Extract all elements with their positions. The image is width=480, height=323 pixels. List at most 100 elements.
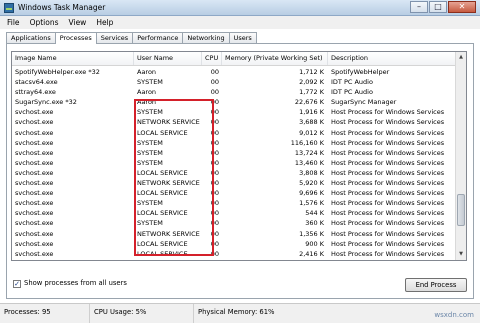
table-row[interactable]: sttray64.exe Aaron 00 1,772 K IDT PC Audio	[12, 87, 458, 97]
cell-image-name: SugarSync.exe *32	[15, 98, 77, 107]
cell-memory: 544 K	[305, 209, 324, 218]
cell-description: Host Process for Windows Services	[331, 249, 445, 258]
menu-view[interactable]: View	[69, 16, 87, 29]
table-row[interactable]: svchost.exe SYSTEM 00 1,576 K Host Process f…	[12, 198, 458, 208]
cell-cpu: 00	[210, 68, 219, 76]
table-row[interactable]: svchost.exe SYSTEM 00 116,160 K Host Process…	[12, 138, 458, 148]
cell-image-name: svchost.exe	[15, 189, 54, 198]
cell-image-name: svchost.exe	[15, 219, 54, 228]
tab-performance[interactable]: Performance	[132, 32, 184, 43]
table-row[interactable]: svchost.exe SYSTEM 00 13,460 K Host Process …	[12, 158, 458, 168]
process-list: Image Name User Name CPU Memory (Private…	[11, 51, 467, 261]
table-row[interactable]: svchost.exe LOCAL SERVICE 00 900 K Host Proc…	[12, 239, 458, 249]
table-row[interactable]: SpotifyWebHelper.exe *32 Aaron 00 1,712 K Sp…	[12, 67, 458, 77]
status-physical-memory: Physical Memory: 61%	[198, 308, 275, 316]
scroll-thumb[interactable]	[457, 194, 465, 226]
cell-description: IDT PC Audio	[331, 88, 373, 97]
process-rows: SpotifyWebHelper.exe *32 Aaron 00 1,712 K Sp…	[12, 67, 458, 261]
cell-description: Synaptics TouchPad Enhancements	[328, 259, 458, 261]
cell-image-name: svchost.exe	[15, 158, 54, 167]
close-button[interactable]: ✕	[448, 1, 476, 13]
tab-processes[interactable]: Processes	[54, 32, 97, 44]
column-header-memory[interactable]: Memory (Private Working Set)	[222, 52, 328, 65]
menu-file[interactable]: File	[7, 16, 20, 29]
table-row[interactable]: stacsv64.exe SYSTEM 00 2,092 K IDT PC Audio	[12, 77, 458, 87]
cell-cpu: 00	[210, 88, 219, 97]
window-controls: – □ ✕	[410, 1, 476, 13]
show-all-processes-checkbox[interactable]: ✓	[13, 280, 21, 288]
column-header-row: Image Name User Name CPU Memory (Private…	[12, 52, 466, 66]
cell-image-name: svchost.exe	[15, 199, 54, 208]
cell-image-name: svchost.exe	[15, 229, 54, 238]
table-row[interactable]: svchost.exe LOCAL SERVICE 00 544 K Host Proc…	[12, 208, 458, 218]
scroll-up-icon[interactable]: ▲	[457, 53, 465, 62]
cell-memory: 1,356 K	[299, 229, 324, 238]
tab-users[interactable]: Users	[228, 32, 257, 43]
end-process-button[interactable]: End Process	[405, 278, 467, 292]
cell-user-name: Aaron	[134, 259, 202, 261]
cell-memory: 1,712 K	[299, 68, 324, 76]
cell-image-name: stacsv64.exe	[15, 78, 58, 87]
cell-image-name: svchost.exe	[15, 168, 54, 177]
cell-memory: 1,000 K	[222, 259, 328, 261]
cell-memory: 1,916 K	[299, 108, 324, 117]
maximize-button[interactable]: □	[429, 1, 447, 13]
table-row[interactable]: svchost.exe LOCAL SERVICE 00 9,696 K Host Pr…	[12, 188, 458, 198]
cell-memory: 116,160 K	[290, 138, 324, 147]
column-header-image-name[interactable]: Image Name	[12, 52, 134, 65]
cell-memory: 3,688 K	[299, 118, 324, 127]
cell-description: Host Process for Windows Services	[331, 158, 445, 167]
cell-description: Host Process for Windows Services	[331, 229, 445, 238]
scroll-down-icon[interactable]: ▼	[457, 250, 465, 259]
cell-memory: 9,696 K	[299, 189, 324, 198]
table-row[interactable]: SugarSync.exe *32 Aaron 00 22,676 K SugarSyn…	[12, 97, 458, 107]
cell-description: SugarSync Manager	[331, 98, 397, 107]
vertical-scrollbar[interactable]: ▲ ▼	[455, 52, 466, 260]
show-all-processes-label: Show processes from all users	[24, 279, 127, 287]
watermark-text: wsxdn.com	[434, 311, 474, 319]
table-row[interactable]: svchost.exe NETWORK SERVICE 00 3,688 K Host …	[12, 117, 458, 127]
cell-image-name: svchost.exe	[15, 128, 54, 137]
cell-description: Host Process for Windows Services	[331, 239, 445, 248]
minimize-button[interactable]: –	[410, 1, 428, 13]
cell-user-name: SYSTEM	[137, 78, 163, 87]
table-row[interactable]: SynTPEnh.exeAaron001,000 KSynaptics Touc…	[12, 259, 458, 261]
table-row[interactable]: svchost.exe LOCAL SERVICE 00 2,416 K Host Pr…	[12, 249, 458, 259]
tab-services[interactable]: Services	[95, 32, 134, 43]
cell-image-name: svchost.exe	[15, 138, 54, 147]
menu-help[interactable]: Help	[96, 16, 113, 29]
tab-applications[interactable]: Applications	[6, 32, 56, 43]
tab-networking[interactable]: Networking	[182, 32, 230, 43]
cell-image-name: svchost.exe	[15, 148, 54, 157]
cell-description: Host Process for Windows Services	[331, 138, 445, 147]
table-row[interactable]: svchost.exe SYSTEM 00 360 K Host Process for…	[12, 218, 458, 228]
cell-description: IDT PC Audio	[331, 78, 373, 87]
table-row[interactable]: svchost.exe SYSTEM 00 13,724 K Host Process …	[12, 148, 458, 158]
cell-description: SpotifyWebHelper	[331, 68, 390, 76]
column-header-cpu[interactable]: CPU	[202, 52, 222, 65]
table-row[interactable]: svchost.exe SYSTEM 00 1,916 K Host Process f…	[12, 107, 458, 117]
title-bar: Windows Task Manager – □ ✕	[0, 0, 480, 16]
menu-options[interactable]: Options	[30, 16, 59, 29]
table-row[interactable]: svchost.exe LOCAL SERVICE 00 3,808 K Host Pr…	[12, 168, 458, 178]
cell-memory: 1,576 K	[299, 199, 324, 208]
column-header-user-name[interactable]: User Name	[134, 52, 202, 65]
cell-cpu: 00	[202, 259, 222, 261]
cell-memory: 360 K	[305, 219, 324, 228]
cell-memory: 2,092 K	[299, 78, 324, 87]
cell-image-name: svchost.exe	[15, 209, 54, 218]
cell-memory: 3,808 K	[299, 168, 324, 177]
cell-description: Host Process for Windows Services	[331, 128, 445, 137]
cell-memory: 5,920 K	[299, 179, 324, 188]
table-row[interactable]: svchost.exe NETWORK SERVICE 00 5,920 K Host …	[12, 178, 458, 188]
status-bar: Processes: 95 CPU Usage: 5% Physical Mem…	[0, 303, 480, 323]
cell-description: Host Process for Windows Services	[331, 179, 445, 188]
cell-image-name: svchost.exe	[15, 239, 54, 248]
table-row[interactable]: svchost.exe NETWORK SERVICE 00 1,356 K Host …	[12, 229, 458, 239]
menu-bar: File Options View Help	[0, 16, 480, 29]
cell-description: Host Process for Windows Services	[331, 168, 445, 177]
table-row[interactable]: svchost.exe LOCAL SERVICE 00 9,012 K Host Pr…	[12, 128, 458, 138]
task-manager-icon	[4, 3, 14, 13]
cell-user-name: Aaron	[137, 88, 157, 97]
column-header-description[interactable]: Description	[328, 52, 458, 65]
